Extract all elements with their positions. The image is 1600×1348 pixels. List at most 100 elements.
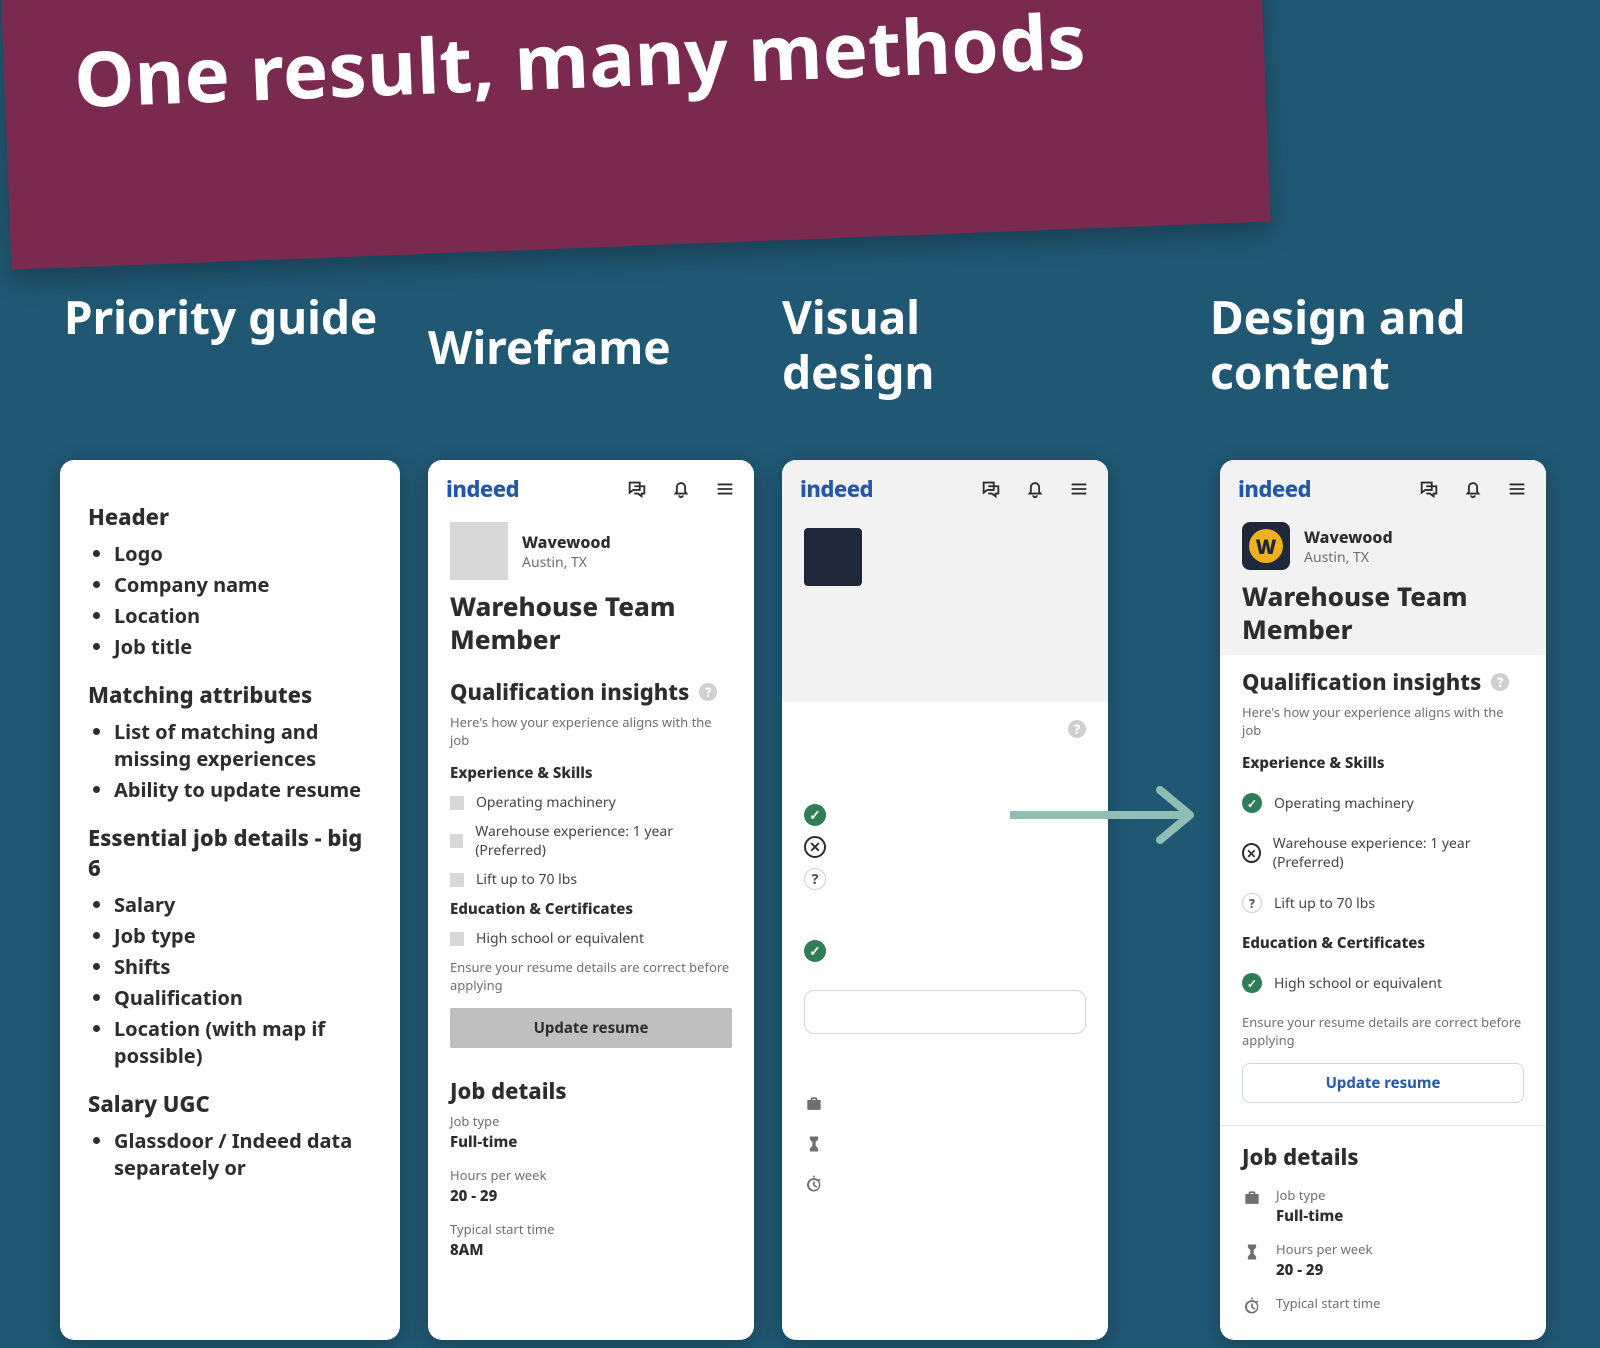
company-header — [782, 512, 1108, 592]
column-heading-wireframe: Wireframe — [428, 320, 671, 375]
detail-label: Job type — [450, 1112, 732, 1130]
experience-item-label: Warehouse experience: 1 year (Preferred) — [1273, 834, 1524, 872]
design-and-content-card: indeed W Wavewood Austin, TX Warehouse T… — [1220, 460, 1546, 1340]
experience-item: ✓ Operating machinery — [1242, 783, 1524, 823]
resume-hint: Ensure your resume details are correct b… — [450, 958, 732, 994]
slide-title: One result, many methods — [72, 0, 1087, 130]
brand-logo[interactable]: indeed — [1238, 474, 1311, 504]
pg-item: Glassdoor / Indeed data separately or — [114, 1127, 372, 1181]
priority-guide-card: Header Logo Company name Location Job ti… — [60, 460, 400, 1340]
pg-section-title: Header — [88, 502, 372, 532]
pg-list-header: Logo Company name Location Job title — [88, 540, 372, 660]
company-location: Austin, TX — [522, 553, 611, 572]
pg-item: Logo — [114, 540, 372, 567]
status-chip — [450, 834, 463, 848]
education-item: High school or equivalent — [450, 929, 732, 948]
company-location: Austin, TX — [1304, 548, 1393, 567]
visual-design-card: indeed ? ✓ ✕ ? ✓ — [782, 460, 1108, 1340]
experience-item-label: Operating machinery — [476, 793, 616, 812]
bell-icon[interactable] — [1024, 478, 1046, 500]
update-resume-button[interactable]: Update resume — [1242, 1063, 1524, 1103]
qualification-sub: Here's how your experience aligns with t… — [450, 713, 732, 749]
job-detail-item: Typical start time — [1242, 1294, 1524, 1316]
hourglass-icon — [1242, 1242, 1262, 1262]
company-avatar-placeholder — [804, 528, 862, 586]
detail-label: Typical start time — [450, 1220, 732, 1238]
pg-item: Company name — [114, 571, 372, 598]
info-icon[interactable]: ? — [1491, 673, 1509, 691]
chat-icon[interactable] — [980, 478, 1002, 500]
status-check-icon: ✓ — [804, 804, 826, 826]
experience-item-label: Lift up to 70 lbs — [476, 870, 577, 889]
pg-section-title: Essential job details - big 6 — [88, 823, 372, 883]
status-missing-icon: ✕ — [1242, 843, 1261, 863]
experience-heading: Experience & Skills — [1242, 753, 1524, 773]
slide-banner: One result, many methods — [0, 0, 1271, 270]
detail-label: Hours per week — [450, 1166, 732, 1184]
detail-value: 20 - 29 — [450, 1186, 732, 1206]
education-item-label: High school or equivalent — [1274, 974, 1442, 993]
update-resume-button[interactable] — [804, 990, 1086, 1034]
company-header: Wavewood Austin, TX — [428, 512, 754, 586]
detail-value: Full-time — [450, 1132, 732, 1152]
experience-item-label: Warehouse experience: 1 year (Preferred) — [475, 822, 732, 860]
qualification-heading: Qualification insights — [1242, 667, 1481, 697]
stopwatch-icon — [804, 1174, 824, 1194]
education-heading: Education & Certificates — [450, 899, 732, 919]
section-divider — [1220, 1125, 1546, 1126]
job-details-heading: Job details — [450, 1076, 567, 1106]
experience-item: ? Lift up to 70 lbs — [1242, 883, 1524, 923]
update-resume-button[interactable]: Update resume — [450, 1008, 732, 1048]
menu-icon[interactable] — [1068, 478, 1090, 500]
info-icon[interactable]: ? — [699, 683, 717, 701]
qualification-insights-section: Qualification insights ? Here's how your… — [428, 665, 754, 1064]
experience-item-label: Operating machinery — [1274, 794, 1414, 813]
wireframe-card: indeed Wavewood Austin, TX Warehouse Tea… — [428, 460, 754, 1340]
pg-item: Ability to update resume — [114, 776, 372, 803]
chat-icon[interactable] — [626, 478, 648, 500]
brand-logo[interactable]: indeed — [446, 474, 519, 504]
education-item-label: High school or equivalent — [476, 929, 644, 948]
chat-icon[interactable] — [1418, 478, 1440, 500]
experience-item: Lift up to 70 lbs — [450, 870, 732, 889]
qualification-sub: Here's how your experience aligns with t… — [1242, 703, 1524, 739]
detail-value: Full-time — [1276, 1206, 1343, 1226]
status-missing-icon: ✕ — [804, 836, 826, 858]
pg-item: Job title — [114, 633, 372, 660]
experience-item: Operating machinery — [450, 793, 732, 812]
pg-item: List of matching and missing experiences — [114, 718, 372, 772]
company-name: Wavewood — [1304, 526, 1393, 548]
job-detail-item: Hours per week 20 - 29 — [1242, 1240, 1524, 1280]
info-icon[interactable]: ? — [1068, 720, 1086, 738]
detail-label: Job type — [1276, 1186, 1343, 1204]
pg-section-title: Salary UGC — [88, 1089, 372, 1119]
education-item: ✓ High school or equivalent — [1242, 963, 1524, 1003]
stopwatch-icon — [1242, 1296, 1262, 1316]
education-heading: Education & Certificates — [1242, 933, 1524, 953]
pg-item: Salary — [114, 891, 372, 918]
flow-arrow-icon — [1010, 770, 1220, 860]
detail-label: Typical start time — [1276, 1294, 1380, 1312]
job-details-section: Job details Job type Full-time Hours per… — [428, 1064, 754, 1276]
qualification-insights-section: Qualification insights ? Here's how your… — [1220, 655, 1546, 1119]
pg-item: Location (with map if possible) — [114, 1015, 372, 1069]
job-title: Warehouse Team Member — [428, 586, 754, 665]
status-unknown-icon: ? — [1242, 893, 1262, 913]
experience-item: Warehouse experience: 1 year (Preferred) — [450, 822, 732, 860]
menu-icon[interactable] — [1506, 478, 1528, 500]
bell-icon[interactable] — [670, 478, 692, 500]
brand-logo[interactable]: indeed — [800, 474, 873, 504]
mobile-topbar: indeed — [428, 460, 754, 512]
mobile-topbar: indeed — [782, 460, 1108, 512]
bell-icon[interactable] — [1462, 478, 1484, 500]
pg-list-matching: List of matching and missing experiences… — [88, 718, 372, 803]
job-details-section: Job details Job type Full-time Hours per… — [1220, 1130, 1546, 1340]
status-check-icon: ✓ — [804, 940, 826, 962]
company-avatar-placeholder — [450, 522, 508, 580]
qualification-heading: Qualification insights — [450, 677, 689, 707]
experience-item-label: Lift up to 70 lbs — [1274, 894, 1375, 913]
menu-icon[interactable] — [714, 478, 736, 500]
detail-value: 8AM — [450, 1240, 732, 1260]
pg-item: Job type — [114, 922, 372, 949]
pg-item: Qualification — [114, 984, 372, 1011]
